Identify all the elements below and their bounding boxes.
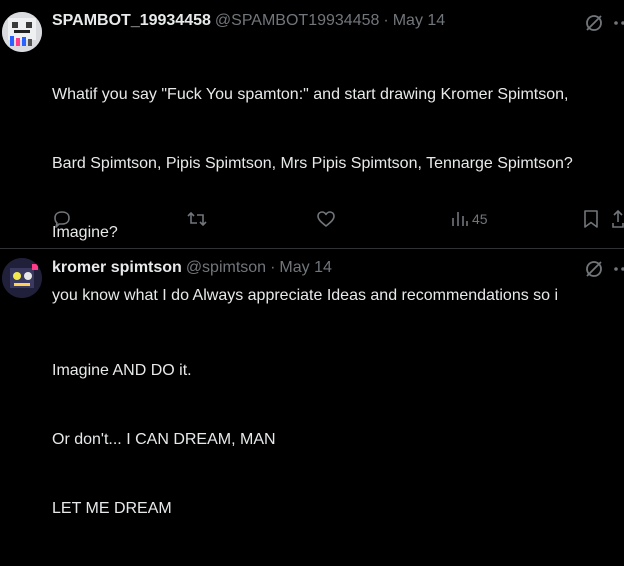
avatar[interactable] bbox=[2, 12, 42, 52]
author-handle[interactable]: @SPAMBOT19934458 bbox=[215, 12, 379, 30]
heart-icon bbox=[317, 211, 335, 227]
tweet-date[interactable]: May 14 bbox=[393, 12, 445, 30]
share-button[interactable] bbox=[612, 209, 624, 229]
bookmark-icon bbox=[584, 210, 598, 228]
grok-icon[interactable] bbox=[584, 13, 604, 38]
reply-button[interactable] bbox=[52, 209, 72, 229]
tweet-date[interactable]: May 14 bbox=[279, 259, 331, 277]
separator-dot: · bbox=[383, 12, 389, 29]
share-icon bbox=[612, 209, 624, 228]
tweet-text-line: Bard Spimtson, Pipis Spimtson, Mrs Pipis… bbox=[52, 155, 573, 172]
tweet-text-line: LET ME DREAM bbox=[52, 500, 172, 517]
tweet-text: you know what I do Always appreciate Ide… bbox=[52, 284, 620, 307]
tweet[interactable]: SPAMBOT_19934458 @SPAMBOT19934458 · May … bbox=[0, 0, 624, 517]
bookmark-button[interactable] bbox=[582, 209, 600, 229]
author-handle[interactable]: @spimtson bbox=[186, 259, 266, 277]
tweet-text-line: Imagine? bbox=[52, 224, 118, 241]
retweet-button[interactable] bbox=[186, 209, 208, 229]
tweet-text-line: Imagine AND DO it. bbox=[52, 362, 192, 379]
avatar[interactable] bbox=[2, 258, 42, 298]
views-count: 45 bbox=[472, 211, 488, 227]
reply-icon bbox=[54, 211, 70, 228]
avatar-image bbox=[2, 12, 42, 52]
more-options-icon[interactable] bbox=[613, 259, 624, 284]
author-name[interactable]: SPAMBOT_19934458 bbox=[52, 12, 211, 30]
more-options-icon[interactable] bbox=[613, 13, 624, 38]
author-name[interactable]: kromer spimtson bbox=[52, 259, 182, 277]
tweet-text-line: you know what I do Always appreciate Ide… bbox=[52, 287, 559, 304]
like-button[interactable] bbox=[316, 209, 336, 229]
views-button[interactable]: 45 bbox=[450, 209, 488, 229]
grok-icon[interactable] bbox=[584, 259, 604, 284]
avatar-image bbox=[2, 258, 42, 298]
tweet-header: SPAMBOT_19934458 @SPAMBOT19934458 · May … bbox=[52, 12, 445, 32]
separator-dot: · bbox=[270, 259, 276, 276]
tweet-text-line: Or don't... I CAN DREAM, MAN bbox=[52, 431, 276, 448]
retweet-icon bbox=[187, 211, 207, 227]
views-icon bbox=[452, 212, 468, 226]
tweet-header: kromer spimtson @spimtson · May 14 bbox=[52, 259, 332, 279]
tweet-text-line: Whatif you say "Fuck You spamton:" and s… bbox=[52, 86, 569, 103]
